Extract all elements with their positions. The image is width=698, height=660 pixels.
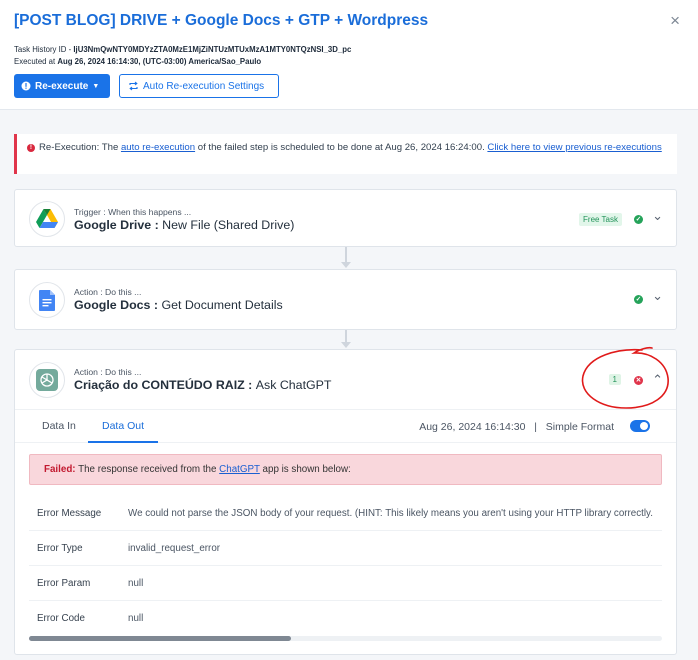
auto-reexecution-label: Auto Re-execution Settings (143, 80, 265, 92)
previous-reexecutions-link[interactable]: Click here to view previous re-execution… (487, 142, 661, 153)
step-card-chatgpt: Action : Do this ... Criação do CONTEÚDO… (14, 349, 677, 655)
connector-line (345, 247, 347, 263)
success-check-icon: ✓ (634, 215, 643, 224)
step-event: Ask ChatGPT (255, 378, 332, 392)
task-history-value: IjU3NmQwNTY0MDYzZTA0MzE1MjZiNTUzMTUxMzA1… (73, 45, 352, 54)
auto-reexecution-link[interactable]: auto re-execution (121, 142, 195, 153)
row-key: Error Type (37, 543, 83, 554)
execution-timestamp: Aug 26, 2024 16:14:30 (419, 421, 526, 433)
reexecution-notice: ! Re-Execution: The auto re-execution of … (14, 134, 677, 174)
table-row: Error Type invalid_request_error (29, 531, 662, 566)
page-title: [POST BLOG] DRIVE + Google Docs + GTP + … (14, 12, 429, 29)
row-key: Error Message (37, 508, 102, 519)
table-row: Error Param null (29, 566, 662, 601)
row-value: null (128, 578, 144, 589)
notice-prefix: Re-Execution: The (39, 142, 121, 153)
failed-alert: Failed: The response received from the C… (29, 454, 662, 485)
response-table: Error Message We could not parse the JSO… (29, 496, 662, 636)
step-sep: : (151, 218, 163, 232)
caret-down-icon: ▼ (92, 82, 100, 90)
failed-post: app is shown below: (259, 464, 351, 475)
data-tabs: Data In Data Out Aug 26, 2024 16:14:30 |… (15, 409, 676, 443)
step-event: Get Document Details (161, 298, 283, 312)
table-row: Error Code null (29, 601, 662, 636)
executed-label: Executed at (14, 57, 58, 66)
tab-data-out[interactable]: Data Out (102, 420, 144, 432)
simple-format-toggle[interactable] (630, 420, 650, 432)
row-value: null (128, 613, 144, 624)
step-card-trigger[interactable]: Trigger : When this happens ... Google D… (14, 189, 677, 247)
step-title: Google Drive : New File (Shared Drive) (74, 218, 294, 232)
notice-middle: of the failed step is scheduled to be do… (195, 142, 488, 153)
simple-format-label: Simple Format (545, 421, 614, 433)
chatgpt-link[interactable]: ChatGPT (219, 464, 260, 475)
re-execute-label: Re-execute (35, 80, 89, 92)
re-execute-button[interactable]: Re-execute ▼ (14, 74, 110, 98)
step-app: Google Drive (74, 218, 152, 232)
close-icon[interactable]: × (670, 11, 680, 31)
failed-label: Failed: (44, 464, 76, 475)
chatgpt-icon (29, 362, 65, 398)
step-app: Criação do CONTEÚDO RAIZ (74, 378, 245, 392)
row-key: Error Param (37, 578, 91, 589)
failed-pre: The response received from the (75, 464, 220, 475)
modal-header: [POST BLOG] DRIVE + Google Docs + GTP + … (0, 0, 698, 110)
task-history-label: Task History ID - (14, 45, 74, 54)
tab-data-in[interactable]: Data In (42, 420, 76, 432)
connector-arrow-icon (341, 342, 351, 348)
row-key: Error Code (37, 613, 85, 624)
chevron-up-icon[interactable]: ⌃ (652, 372, 663, 388)
executed-value: Aug 26, 2024 16:14:30, (UTC-03:00) Ameri… (57, 57, 262, 66)
tab-right-info: Aug 26, 2024 16:14:30 | Simple Format (419, 421, 614, 433)
execution-count-badge: 1 (608, 374, 621, 385)
horizontal-scrollbar[interactable] (29, 636, 662, 641)
connector-arrow-icon (341, 262, 351, 268)
success-check-icon: ✓ (634, 295, 643, 304)
error-x-icon: ✕ (634, 376, 643, 385)
row-value: We could not parse the JSON body of your… (128, 508, 653, 519)
free-task-badge: Free Task (579, 213, 622, 226)
task-history-id: Task History ID - IjU3NmQwNTY0MDYzZTA0Mz… (14, 45, 351, 54)
step-label: Action : Do this ... (74, 367, 142, 377)
google-docs-icon (29, 282, 65, 318)
step-label: Trigger : When this happens ... (74, 207, 192, 217)
warning-icon (21, 81, 31, 91)
table-row: Error Message We could not parse the JSO… (29, 496, 662, 531)
step-title: Criação do CONTEÚDO RAIZ : Ask ChatGPT (74, 378, 332, 392)
step-label: Action : Do this ... (74, 287, 142, 297)
step-app: Google Docs (74, 298, 151, 312)
chevron-down-icon[interactable]: ⌄ (652, 208, 663, 224)
auto-reexecution-settings-button[interactable]: Auto Re-execution Settings (119, 74, 279, 98)
alert-icon: ! (27, 144, 35, 152)
step-sep: : (150, 298, 162, 312)
step-card-google-docs[interactable]: Action : Do this ... Google Docs : Get D… (14, 269, 677, 330)
scrollbar-thumb[interactable] (29, 636, 291, 641)
chevron-down-icon[interactable]: ⌄ (652, 288, 663, 304)
repeat-icon (129, 81, 138, 91)
row-value: invalid_request_error (128, 543, 221, 554)
active-tab-indicator (88, 441, 158, 443)
step-sep: : (244, 378, 256, 392)
step-event: New File (Shared Drive) (162, 218, 295, 232)
google-drive-icon (29, 201, 65, 237)
divider: | (534, 421, 537, 433)
step-title: Google Docs : Get Document Details (74, 298, 283, 312)
executed-at: Executed at Aug 26, 2024 16:14:30, (UTC-… (14, 57, 261, 66)
